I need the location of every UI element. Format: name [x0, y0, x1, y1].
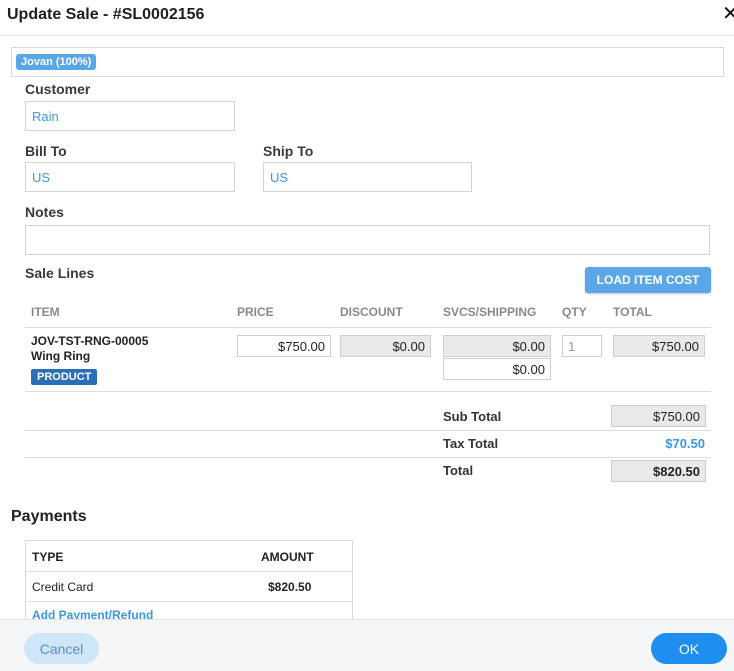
dialog-footer: Cancel OK	[0, 619, 734, 671]
ship-to-label: Ship To	[263, 143, 314, 159]
assignee-field[interactable]: Jovan (100%)	[11, 47, 724, 77]
price-input[interactable]: $750.00	[237, 335, 331, 357]
payments-column-type: TYPE	[32, 550, 64, 564]
line-total-value: $750.00	[613, 335, 705, 357]
close-icon[interactable]: ✕	[722, 4, 734, 24]
assignee-chip[interactable]: Jovan (100%)	[16, 54, 97, 70]
column-header-item: ITEM	[31, 305, 60, 319]
product-badge: PRODUCT	[31, 369, 98, 385]
sale-lines-label: Sale Lines	[25, 265, 95, 281]
subtotal-divider	[25, 430, 711, 431]
payment-amount: $820.50	[268, 580, 312, 594]
discount-value: $0.00	[340, 335, 431, 357]
bill-to-label: Bill To	[25, 143, 67, 159]
ship-to-input[interactable]: US	[263, 162, 472, 192]
dialog-title: Update Sale - #SL0002156	[7, 6, 205, 23]
payments-table: TYPE AMOUNT Credit Card $820.50 Add Paym…	[25, 540, 353, 622]
bill-to-input[interactable]: US	[25, 162, 235, 192]
total-label: Total	[443, 463, 474, 478]
column-header-qty: QTY	[562, 305, 587, 319]
ok-button[interactable]: OK	[651, 633, 727, 664]
customer-input[interactable]: Rain	[25, 101, 235, 131]
dialog-header: Update Sale - #SL0002156 ✕	[0, 0, 734, 36]
tax-divider	[25, 457, 711, 458]
row-divider	[25, 391, 711, 392]
subtotal-value: $750.00	[611, 405, 706, 427]
payments-column-amount: AMOUNT	[261, 550, 314, 564]
column-header-total: TOTAL	[613, 305, 652, 319]
column-header-price: PRICE	[237, 305, 274, 319]
header-divider	[25, 327, 711, 328]
notes-input[interactable]	[25, 225, 710, 255]
payment-type: Credit Card	[32, 580, 94, 594]
payments-header-divider	[26, 571, 352, 572]
svcs-value: $0.00	[443, 335, 551, 357]
column-header-discount: DISCOUNT	[340, 305, 403, 319]
item-name: Wing Ring	[31, 349, 91, 363]
column-header-svcs-shipping: SVCS/SHIPPING	[443, 305, 537, 319]
payments-title: Payments	[11, 508, 87, 525]
subtotal-label: Sub Total	[443, 409, 502, 424]
qty-input[interactable]: 1	[562, 335, 602, 357]
tax-total-value[interactable]: $70.50	[665, 436, 705, 451]
shipping-input[interactable]: $0.00	[443, 358, 551, 380]
grand-total-value: $820.50	[611, 460, 706, 482]
notes-label: Notes	[25, 204, 64, 220]
load-item-cost-button[interactable]: LOAD ITEM COST	[585, 267, 711, 293]
customer-label: Customer	[25, 81, 91, 97]
tax-total-label: Tax Total	[443, 436, 499, 451]
payments-row-divider	[26, 601, 352, 602]
cancel-button[interactable]: Cancel	[24, 633, 99, 664]
item-sku: JOV-TST-RNG-00005	[31, 334, 149, 348]
